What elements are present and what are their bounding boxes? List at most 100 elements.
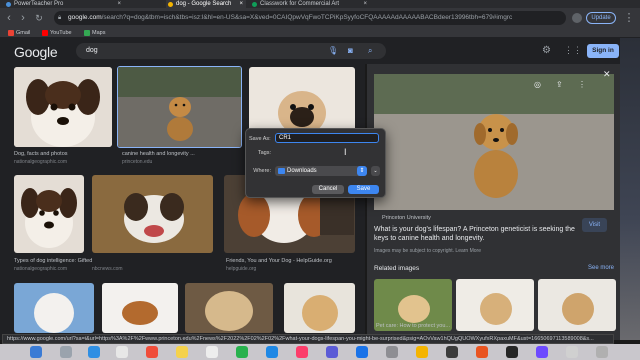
- result-image-8[interactable]: [102, 283, 178, 333]
- result-image-9[interactable]: [185, 283, 273, 333]
- related-caption: Pet care: How to protect you...: [376, 323, 450, 329]
- expand-chevron-icon[interactable]: ⌄: [371, 166, 380, 176]
- podcasts-icon[interactable]: [326, 346, 338, 358]
- result-image-2[interactable]: [117, 66, 242, 148]
- google-logo[interactable]: Google: [14, 44, 58, 60]
- tab-label: dog - Google Search: [176, 1, 232, 7]
- close-icon[interactable]: ×: [239, 0, 243, 8]
- bookmark-label: YouTube: [50, 30, 72, 36]
- visit-button[interactable]: Visit: [582, 218, 607, 232]
- result-title[interactable]: Friends, You and Your Dog - HelpGuide.or…: [226, 258, 356, 264]
- tab-powerteacher[interactable]: PowerTeacher Pro ×: [4, 0, 124, 8]
- puppy-thumbnail: [538, 279, 616, 331]
- trash-icon[interactable]: [596, 346, 608, 358]
- search-icon[interactable]: ⌕: [368, 43, 372, 59]
- sign-in-button[interactable]: Sign in: [587, 44, 619, 58]
- preview-image[interactable]: [374, 74, 614, 210]
- text-cursor-icon: I: [344, 147, 347, 157]
- tab-classwork[interactable]: Classwork for Commercial Art ×: [250, 0, 370, 8]
- golden-puppy-thumbnail: [118, 67, 241, 147]
- bookmark-maps[interactable]: Maps: [84, 28, 105, 38]
- share-icon[interactable]: ⇪: [556, 80, 563, 89]
- update-button[interactable]: Update: [586, 12, 616, 24]
- calendar-icon[interactable]: [146, 346, 158, 358]
- tab-favicon-icon: [168, 2, 173, 7]
- preview-title[interactable]: What is your dog's lifespan? A Princeton…: [374, 225, 584, 243]
- camera-icon[interactable]: ◙: [348, 43, 353, 59]
- more-options-icon[interactable]: ⋮: [578, 80, 586, 89]
- lens-icon[interactable]: ◎: [534, 80, 541, 89]
- result-source: nationalgeographic.com: [14, 159, 68, 165]
- notes-icon[interactable]: [176, 346, 188, 358]
- messages-icon[interactable]: [236, 346, 248, 358]
- cancel-button[interactable]: Cancel: [312, 185, 344, 194]
- gear-icon[interactable]: ⚙: [542, 45, 551, 56]
- preview-source[interactable]: Princeton University: [382, 215, 431, 221]
- mail-icon[interactable]: [116, 346, 128, 358]
- folder-icon: [278, 168, 285, 174]
- save-as-input[interactable]: CR1: [275, 133, 379, 143]
- reload-icon[interactable]: ↻: [32, 11, 46, 25]
- close-icon[interactable]: ✕: [603, 69, 611, 80]
- result-title[interactable]: canine health and longevity ...: [122, 151, 195, 157]
- close-icon[interactable]: ×: [363, 0, 367, 8]
- result-image-1[interactable]: [14, 67, 112, 147]
- chrome-icon[interactable]: [416, 346, 428, 358]
- photos-icon[interactable]: [476, 346, 488, 358]
- related-images-heading: Related images: [374, 265, 420, 272]
- bookmark-gmail[interactable]: Gmail: [8, 28, 30, 38]
- url-host: google.com: [68, 14, 102, 21]
- search-query: dog: [86, 47, 98, 54]
- microphone-icon[interactable]: 🎙︎: [328, 43, 338, 59]
- browser-toolbar: ‹ › ↻ 🔒︎ google.com/search?q=dog&tbm=isc…: [0, 8, 640, 28]
- terminal-icon[interactable]: [506, 346, 518, 358]
- menu-icon[interactable]: ⋮: [622, 11, 636, 25]
- result-title[interactable]: Types of dog intelligence: Gifted dogs .…: [14, 258, 92, 264]
- tags-input[interactable]: [275, 148, 379, 157]
- where-label: Where:: [253, 168, 271, 174]
- related-image-1[interactable]: Pet care: How to protect you...: [374, 279, 452, 331]
- settings-icon[interactable]: [386, 346, 398, 358]
- launchpad-icon[interactable]: [60, 346, 72, 358]
- where-select[interactable]: Downloads ⇕: [275, 166, 367, 176]
- close-icon[interactable]: ×: [117, 0, 121, 8]
- downloads-icon[interactable]: [566, 346, 578, 358]
- result-image-10[interactable]: [284, 283, 355, 333]
- tab-google-search[interactable]: dog - Google Search ×: [166, 0, 246, 8]
- basenji-thumbnail: [102, 283, 178, 333]
- reminders-icon[interactable]: [206, 346, 218, 358]
- maps-icon: [84, 30, 90, 36]
- finder-icon[interactable]: [30, 346, 42, 358]
- related-image-3[interactable]: [538, 279, 616, 331]
- result-title[interactable]: Dog, facts and photos: [14, 151, 68, 157]
- app-icon[interactable]: [536, 346, 548, 358]
- facetime-icon[interactable]: [266, 346, 278, 358]
- apps-grid-icon[interactable]: ⋮⋮: [564, 45, 582, 56]
- tab-favicon-icon: [6, 2, 11, 7]
- puppy-thumbnail: [14, 67, 112, 147]
- save-button[interactable]: Save: [348, 185, 379, 194]
- chevron-updown-icon: ⇕: [357, 166, 367, 176]
- result-image-5[interactable]: [92, 175, 213, 253]
- back-icon[interactable]: ‹: [2, 11, 16, 25]
- forward-icon[interactable]: ›: [16, 11, 30, 25]
- tab-label: Classwork for Commercial Art: [260, 1, 340, 7]
- tags-label: Tags:: [257, 150, 271, 156]
- shar-pei-thumbnail: [185, 283, 273, 333]
- see-more-link[interactable]: See more: [588, 265, 614, 271]
- result-image-4[interactable]: [14, 175, 84, 253]
- search-input[interactable]: dog 🎙︎ ◙ ⌕: [76, 43, 386, 59]
- puppy-thumbnail: [14, 175, 84, 253]
- golden-puppy-thumbnail: [284, 283, 355, 333]
- safari-icon[interactable]: [88, 346, 100, 358]
- related-image-2[interactable]: [456, 279, 534, 331]
- extension-icon[interactable]: [572, 13, 582, 23]
- word-icon[interactable]: [446, 346, 458, 358]
- address-bar[interactable]: 🔒︎ google.com/search?q=dog&tbm=isch&tbs=…: [54, 11, 566, 25]
- bookmark-youtube[interactable]: YouTube: [42, 28, 72, 38]
- result-source: nbcnews.com: [92, 266, 123, 272]
- result-image-7[interactable]: [14, 283, 94, 333]
- bookmarks-bar: Gmail YouTube Maps: [0, 28, 640, 38]
- app-store-icon[interactable]: [356, 346, 368, 358]
- music-icon[interactable]: [296, 346, 308, 358]
